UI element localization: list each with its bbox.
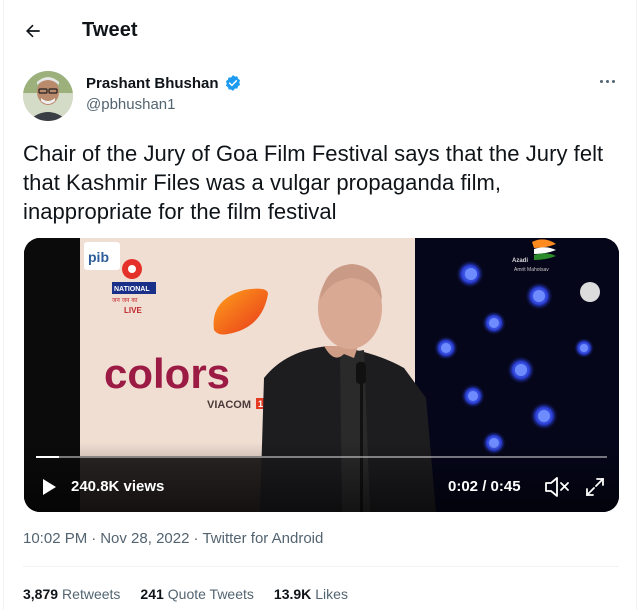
expand-icon [586,478,604,496]
channel-tagline-text: जन जन का [112,297,138,304]
divider [23,566,619,567]
author-name-row: Prashant Bhushan [86,74,242,92]
more-dot-icon [599,79,603,83]
likes-stat[interactable]: 13.9K Likes [274,586,348,602]
broadcaster-text: pib [88,249,109,265]
more-dot-icon [605,79,609,83]
tweet-page: Tweet Prashant Bhushan @pbhushan1 Chair … [3,0,637,610]
tweet-meta: 10:02 PM · Nov 28, 2022 · Twitter for An… [23,530,323,547]
likes-label: Likes [315,586,348,602]
video-player[interactable]: colors VIACOM 18 pib NATIONAL जन जन का L… [24,238,619,512]
back-button[interactable] [18,16,48,46]
video-progress-fill [36,456,59,458]
profile-photo [23,71,73,121]
quote-tweets-label: Quote Tweets [167,586,254,602]
play-button[interactable] [40,478,58,496]
event-tag-1: Azadi [512,258,528,264]
meta-separator: · [193,530,199,547]
page-header: Tweet [4,0,638,62]
display-name[interactable]: Prashant Bhushan [86,75,219,92]
channel-name-text: NATIONAL [114,286,150,293]
author-handle[interactable]: @pbhushan1 [86,96,175,113]
fullscreen-button[interactable] [584,476,606,498]
retweets-count: 3,879 [23,586,59,602]
tweet-text: Chair of the Jury of Goa Film Festival s… [23,141,604,224]
tweet-date[interactable]: Nov 28, 2022 [100,530,189,547]
retweets-stat[interactable]: 3,879 Retweets [23,586,120,602]
live-text: LIVE [124,306,142,315]
likes-count: 13.9K [273,586,312,602]
tweet-stats: 3,879 Retweets 241 Quote Tweets 13.9K Li… [23,586,348,602]
meta-separator: · [91,530,97,547]
video-timestamp: 0:02 / 0:45 [448,478,521,495]
verified-badge-icon [225,75,240,91]
more-dot-icon [611,79,615,83]
arrow-left-icon [26,24,40,38]
avatar[interactable] [23,71,73,121]
quote-tweets-stat[interactable]: 241 Quote Tweets [140,586,254,602]
more-options-button[interactable] [596,74,618,88]
backdrop-logo-text: colors [104,350,230,397]
event-tag-2: Amrit Mahotsav [514,267,549,273]
backdrop-brand-text: VIACOM [207,399,251,411]
tweet-source[interactable]: Twitter for Android [202,530,323,547]
retweets-label: Retweets [62,586,121,602]
speaker-muted-icon [545,477,569,497]
video-progress-bar[interactable] [36,456,607,458]
controls-backdrop [24,442,619,512]
tweet-time[interactable]: 10:02 PM [23,530,87,547]
play-icon [43,479,56,495]
page-title: Tweet [82,19,138,41]
mute-button[interactable] [544,476,570,498]
quote-tweets-count: 241 [140,586,164,602]
view-count: 240.8K views [71,478,165,495]
